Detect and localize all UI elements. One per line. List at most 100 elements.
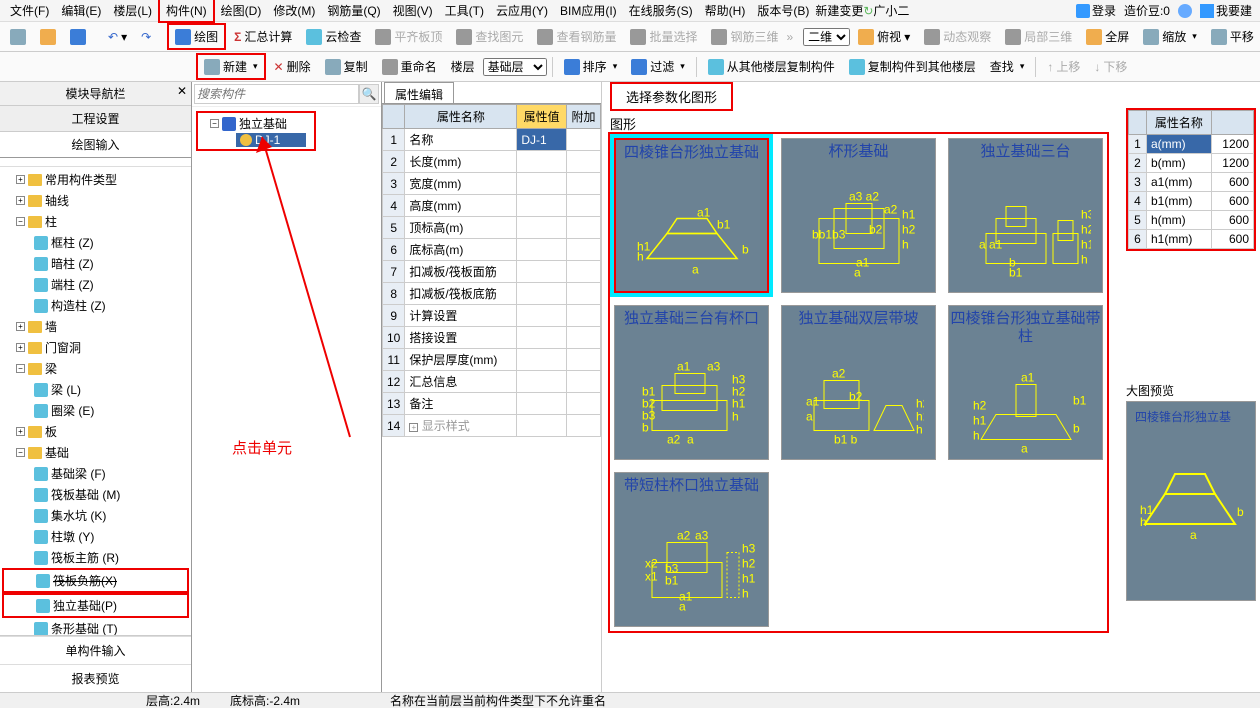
prop-value[interactable] bbox=[517, 327, 567, 349]
tree-f-7[interactable]: 条形基础 (T) bbox=[2, 618, 189, 635]
collapse-icon[interactable]: − bbox=[16, 364, 25, 373]
param-row[interactable]: 6h1(mm)600 bbox=[1129, 230, 1254, 249]
prop-extra[interactable] bbox=[567, 415, 601, 437]
prop-extra[interactable] bbox=[567, 261, 601, 283]
expand-icon[interactable]: + bbox=[16, 175, 25, 184]
prop-value[interactable]: DJ-1 bbox=[517, 129, 567, 151]
viewsteel-button[interactable]: 查看钢筋量 bbox=[531, 25, 622, 48]
tree-doorwindow[interactable]: +门窗洞 bbox=[2, 337, 189, 358]
prop-row[interactable]: 1名称DJ-1 bbox=[383, 129, 601, 151]
new-button[interactable] bbox=[4, 26, 32, 48]
tree-pillar[interactable]: −柱 bbox=[2, 211, 189, 232]
report-preview-tab[interactable]: 报表预览 bbox=[0, 664, 191, 692]
comp-child-dj1[interactable]: DJ-1 bbox=[236, 133, 306, 147]
prop-value[interactable] bbox=[517, 371, 567, 393]
undo-button[interactable]: ↶▾ bbox=[102, 27, 133, 47]
prop-extra[interactable] bbox=[567, 327, 601, 349]
expand-icon[interactable]: + bbox=[16, 427, 25, 436]
param-value[interactable]: 1200 bbox=[1211, 154, 1253, 173]
tree-beam[interactable]: −梁 bbox=[2, 358, 189, 379]
flatten-button[interactable]: 平齐板顶 bbox=[369, 25, 448, 48]
menu-component[interactable]: 构件(N) bbox=[158, 0, 215, 23]
tree-f-0[interactable]: 基础梁 (F) bbox=[2, 463, 189, 484]
copy-button[interactable]: 复制 bbox=[319, 55, 374, 78]
local3d-button[interactable]: 局部三维 bbox=[999, 25, 1078, 48]
prop-row[interactable]: 5顶标高(m) bbox=[383, 217, 601, 239]
tree-collapse-button[interactable] bbox=[8, 160, 12, 164]
filter-button[interactable]: 过滤 bbox=[625, 55, 691, 78]
menu-tool[interactable]: 工具(T) bbox=[439, 0, 490, 21]
pan-button[interactable]: 平移 bbox=[1205, 25, 1260, 48]
tree-beam-0[interactable]: 梁 (L) bbox=[2, 379, 189, 400]
prop-extra[interactable] bbox=[567, 393, 601, 415]
new-change-button[interactable]: 新建变更 bbox=[815, 2, 863, 19]
shape-option-2[interactable]: 独立基础三台a a1b1bh3h2h1h bbox=[948, 138, 1103, 293]
expand-icon[interactable]: + bbox=[409, 423, 418, 432]
prop-value[interactable] bbox=[517, 349, 567, 371]
save-button[interactable] bbox=[64, 26, 92, 48]
prop-row[interactable]: 8扣减板/筏板底筋 bbox=[383, 283, 601, 305]
prop-row[interactable]: 11保护层厚度(mm) bbox=[383, 349, 601, 371]
prop-value[interactable] bbox=[517, 283, 567, 305]
param-row[interactable]: 5h(mm)600 bbox=[1129, 211, 1254, 230]
prop-row[interactable]: 13备注 bbox=[383, 393, 601, 415]
menu-modify[interactable]: 修改(M) bbox=[267, 0, 321, 21]
birdview-button[interactable]: 俯视▾ bbox=[852, 25, 916, 48]
param-row[interactable]: 3a1(mm)600 bbox=[1129, 173, 1254, 192]
prop-row[interactable]: 14+ 显示样式 bbox=[383, 415, 601, 437]
prop-value[interactable] bbox=[517, 393, 567, 415]
prop-extra[interactable] bbox=[567, 195, 601, 217]
prop-row[interactable]: 4高度(mm) bbox=[383, 195, 601, 217]
prop-value[interactable] bbox=[517, 239, 567, 261]
prop-value[interactable] bbox=[517, 305, 567, 327]
view-mode-select[interactable]: 二维 bbox=[803, 28, 850, 46]
collapse-icon[interactable]: − bbox=[210, 119, 219, 128]
param-value[interactable]: 600 bbox=[1211, 230, 1253, 249]
bell-button[interactable] bbox=[1174, 2, 1196, 20]
nav-draw-tab[interactable]: 绘图输入 bbox=[0, 132, 191, 158]
menu-draw[interactable]: 绘图(D) bbox=[215, 0, 268, 21]
prop-extra[interactable] bbox=[567, 371, 601, 393]
prop-row[interactable]: 6底标高(m) bbox=[383, 239, 601, 261]
refresh-button[interactable]: ↻广小二 bbox=[863, 2, 909, 19]
copyfrom-button[interactable]: 从其他楼层复制构件 bbox=[702, 55, 841, 78]
prop-extra[interactable] bbox=[567, 151, 601, 173]
tree-pillar-0[interactable]: 框柱 (Z) bbox=[2, 232, 189, 253]
prop-value[interactable] bbox=[517, 415, 567, 437]
tree-f-1[interactable]: 筏板基础 (M) bbox=[2, 484, 189, 505]
prop-value[interactable] bbox=[517, 261, 567, 283]
param-value[interactable]: 600 bbox=[1211, 211, 1253, 230]
param-row[interactable]: 1a(mm)1200 bbox=[1129, 135, 1254, 154]
prop-extra[interactable] bbox=[567, 283, 601, 305]
param-value[interactable]: 1200 bbox=[1211, 135, 1253, 154]
tree-axis[interactable]: +轴线 bbox=[2, 190, 189, 211]
shape-option-5[interactable]: 四棱锥台形独立基础带柱h2h1haa1b1b bbox=[948, 305, 1103, 460]
prop-row[interactable]: 2长度(mm) bbox=[383, 151, 601, 173]
menu-online[interactable]: 在线服务(S) bbox=[623, 0, 699, 21]
menu-cloud[interactable]: 云应用(Y) bbox=[490, 0, 554, 21]
collapse-icon[interactable]: − bbox=[16, 217, 25, 226]
collapse-icon[interactable]: − bbox=[16, 448, 25, 457]
new-component-button[interactable]: 新建 bbox=[196, 53, 266, 80]
prop-value[interactable] bbox=[517, 195, 567, 217]
redo-button[interactable]: ↷ bbox=[135, 27, 157, 47]
prop-extra[interactable] bbox=[567, 305, 601, 327]
param-value[interactable]: 600 bbox=[1211, 192, 1253, 211]
tree-beam-1[interactable]: 圈梁 (E) bbox=[2, 400, 189, 421]
prop-tab[interactable]: 属性编辑 bbox=[384, 82, 454, 103]
menu-view[interactable]: 视图(V) bbox=[387, 0, 439, 21]
tree-f-2[interactable]: 集水坑 (K) bbox=[2, 505, 189, 526]
param-value[interactable]: 600 bbox=[1211, 173, 1253, 192]
tree-wall[interactable]: +墙 bbox=[2, 316, 189, 337]
tree-pillar-2[interactable]: 端柱 (Z) bbox=[2, 274, 189, 295]
copyto-button[interactable]: 复制构件到其他楼层 bbox=[843, 55, 982, 78]
tree-pillar-3[interactable]: 构造柱 (Z) bbox=[2, 295, 189, 316]
comp-root[interactable]: −独立基础 bbox=[200, 115, 312, 132]
shape-option-4[interactable]: 独立基础双层带坡a1ab1 ba2b2h2h1h bbox=[781, 305, 936, 460]
prop-value[interactable] bbox=[517, 173, 567, 195]
menu-floor[interactable]: 楼层(L) bbox=[107, 0, 158, 21]
tree-foundation[interactable]: −基础 bbox=[2, 442, 189, 463]
menu-rebar[interactable]: 钢筋量(Q) bbox=[321, 0, 386, 21]
shape-option-3[interactable]: 独立基础三台有杯口b1b2b3ba2aa1a3h3h2h1h bbox=[614, 305, 769, 460]
cloudcheck-button[interactable]: 云检查 bbox=[300, 25, 367, 48]
